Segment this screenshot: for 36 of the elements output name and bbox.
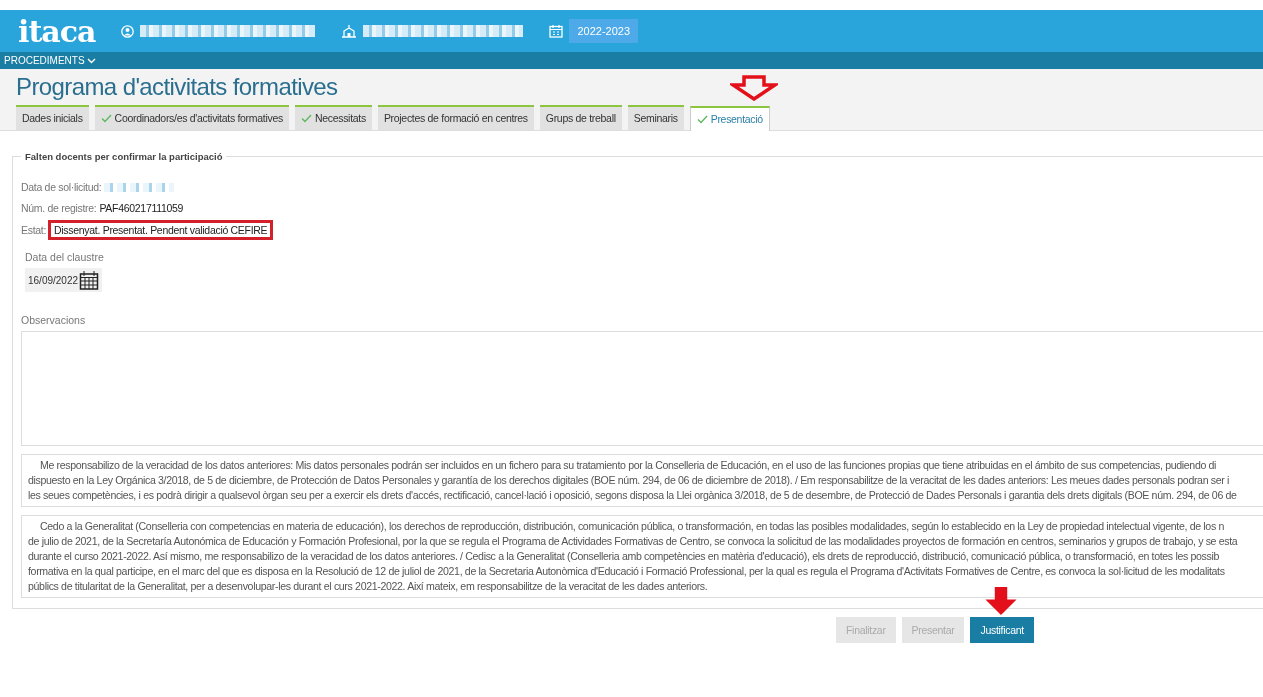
- page-title: Programa d'activitats formatives: [16, 73, 338, 101]
- chevron-down-icon: [86, 57, 96, 64]
- date-field[interactable]: 16/09/2022: [25, 268, 103, 292]
- tab[interactable]: Necessitats: [294, 105, 372, 130]
- disclaimer-line: Me responsabilizo de la veracidad de los datos anteriores: Mis datos personales podrán ser incluidos en un fichero para su tratamiento por la Conselleria de Educación, en el uso de las funciones propias que tiene atribuidas en el ámbito de sus competencias, pudiendo di: [39, 458, 1218, 473]
- field-label: Data del claustre: [25, 251, 105, 263]
- field-label: Núm. de registre:: [21, 202, 97, 214]
- procediments-menu[interactable]: PROCEDIMENTS: [4, 55, 96, 66]
- tab[interactable]: Seminaris: [627, 105, 684, 130]
- disclaimer-line: formativa en la qual participe, en el marc del que es disposa en la Resolució de 12 de juliol de 2021, de la Secretaria Autonòmica d'Educació i Formació Professional, per la qual es regula el Programa d'Activitats Formatives de Centre, es convoca la sol·licitud de les modalitats: [28, 564, 1226, 579]
- field-label: Data de sol·licitud:: [21, 181, 102, 193]
- tab[interactable]: Coordinadors/es d'activitats formatives: [94, 105, 289, 130]
- tab[interactable]: Grups de treball: [539, 105, 622, 130]
- calendar-icon: [549, 24, 564, 38]
- field-value: PAF460217111059: [99, 202, 184, 214]
- disclaimer-line: les seues competències, i es podrà dirigir a qualsevol òrgan seu per a exercir els drets d'accés, rectificació, cancel·lació i oposició, segons disposa la Llei orgànica 3/2018, de 5 de desembre, de Protecció de Dades Personals i garantia dels drets digitals (BOE núm. 294, de 06 de: [28, 488, 1238, 503]
- tab[interactable]: Projectes de formació en centres: [377, 105, 534, 130]
- school-icon: [341, 24, 358, 38]
- field-value: Dissenyat. Presentat. Pendent validació CEFIRE: [51, 223, 271, 237]
- disclaimer-line: durante el curso 2021-2022. Así mismo, me responsabilizo de la veracidad de los datos anteriores. / Cedisc a la Generalitat (Conselleria amb competències en matèria d'educació), els drets de reproducció, distribució, comunicació pública, o transformació, en totes les possib: [28, 549, 1220, 564]
- redacted-text: [104, 182, 175, 192]
- tab[interactable]: Dades inicials: [16, 105, 89, 130]
- calendar-icon: [79, 270, 100, 290]
- tab[interactable]: Presentació: [689, 106, 770, 131]
- disclaimer-line: de julio de 2021, de la Secretaría Autonómica de Educación y Formación Profesional, por la que se regula el Programa de Actividades Formativas de Centro, se convoca la solicitud de las modalidades proyectos de formación en centros, seminarios y grupos de trabajo, y se esta: [28, 534, 1239, 549]
- panel-legend: Falten docents per confirmar la participació: [21, 151, 227, 162]
- disclaimer-line: Cedo a la Generalitat (Conselleria con competencias en materia de educación), los derechos de reproducción, distribución, comunicación pública, o transformación, en todas las posibles modalidades, según lo establecido en la Ley de propiedad intelectual vigente, de los n: [39, 519, 1225, 534]
- field-label: Estat:: [21, 224, 47, 236]
- disclaimer-line: dispuesto en la Ley Orgánica 3/2018, de 5 de diciembre, de Protección de Datos Personales y garantía de los derechos digitales (BOE núm. 294, de 06 de diciembre de 2018). / Em responsabilitze de la veracitat de les dades anteriors: Les meues dades personals podran ser i: [28, 473, 1231, 488]
- user-icon: [121, 24, 135, 38]
- logo: itaca: [18, 13, 96, 49]
- field-label: Observacions: [21, 314, 87, 326]
- down-arrow-icon: [730, 75, 778, 101]
- observations-field[interactable]: [21, 331, 1263, 446]
- action-button[interactable]: Justificant: [970, 617, 1034, 643]
- disclaimer-line: públics de titularitat de la Generalitat, per a desenvolupar-les durant el curs 2021-2022. Així mateix, em responsabilitze de la veracitat de les dades anteriors.: [28, 579, 709, 594]
